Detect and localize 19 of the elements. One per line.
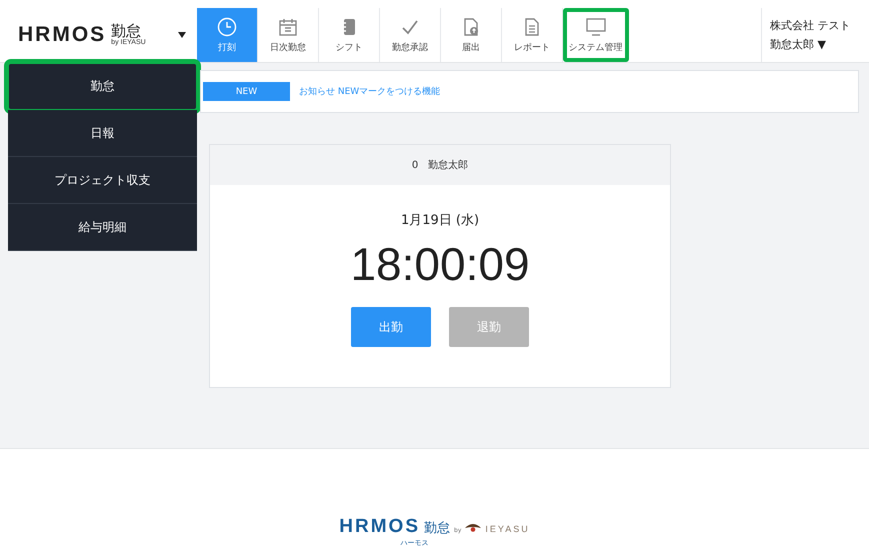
clock-icon: [217, 16, 237, 36]
nav-tab[interactable]: システム管理: [563, 8, 629, 62]
footer-brand: IEYASU: [485, 524, 530, 534]
monitor-icon: [584, 16, 606, 36]
footer-product: 勤怠: [424, 520, 450, 537]
sidebar-item[interactable]: 日報: [8, 110, 197, 157]
dropdown-caret-icon[interactable]: [178, 32, 186, 38]
logo-wordmark: HRMOS: [18, 23, 106, 47]
date-text: 1月19日 (水): [400, 212, 480, 229]
employee-name: 勤怠太郎: [428, 158, 468, 172]
user-menu[interactable]: 勤怠太郎 ▼: [770, 37, 869, 52]
logo-product: 勤怠: [111, 24, 142, 39]
new-badge: NEW: [203, 82, 290, 101]
clock-time: 18:00:09: [350, 237, 530, 291]
fan-icon: [465, 523, 482, 532]
company-name: 株式会社 テスト: [770, 18, 852, 33]
calendar-icon: [278, 16, 298, 36]
employee-number: 0: [412, 160, 418, 170]
footer-wordmark: HRMOS: [339, 516, 420, 538]
